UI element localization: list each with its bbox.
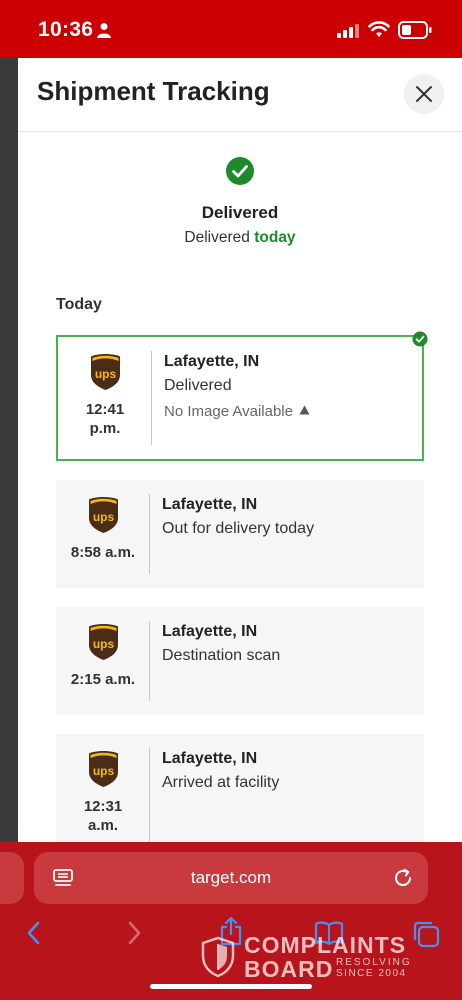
event-time-line1: 12:41 xyxy=(85,401,125,418)
section-label-today: Today xyxy=(56,296,102,313)
svg-text:ups: ups xyxy=(93,510,115,524)
shield-logo-icon xyxy=(201,936,235,978)
watermark-tagline2: SINCE 2004 xyxy=(336,968,407,979)
check-circle-icon xyxy=(226,157,254,185)
event-time-line1: 12:31 xyxy=(83,798,123,815)
warning-icon xyxy=(299,405,310,415)
carrier-column: ups 12:41 p.m. xyxy=(58,337,152,459)
person-icon xyxy=(97,23,111,38)
panel-header: Shipment Tracking xyxy=(18,58,462,132)
watermark-tagline1: RESOLVING xyxy=(336,957,412,968)
carrier-column: ups 12:31 a.m. xyxy=(56,734,150,842)
address-bar[interactable]: target.com xyxy=(34,852,428,904)
reload-icon[interactable] xyxy=(392,867,414,889)
delivery-subtitle-highlight: today xyxy=(254,229,296,246)
status-time: 10:36 xyxy=(38,18,94,41)
back-icon[interactable] xyxy=(24,920,44,946)
watermark-line2: BOARD xyxy=(244,956,334,982)
delivery-summary: Delivered Delivered today xyxy=(18,156,462,247)
event-time: 12:41 p.m. xyxy=(58,401,152,439)
close-button[interactable] xyxy=(404,74,444,114)
event-location: Lafayette, IN xyxy=(162,496,258,513)
event-time: 2:15 a.m. xyxy=(56,671,150,690)
ups-logo: ups xyxy=(89,497,118,533)
event-time-line1: 2:15 a.m. xyxy=(70,671,136,688)
wifi-icon xyxy=(368,21,390,37)
svg-text:ups: ups xyxy=(93,764,115,778)
event-time-line1: 8:58 a.m. xyxy=(70,544,136,561)
event-status: Delivered xyxy=(164,377,232,394)
panel-title: Shipment Tracking xyxy=(37,76,270,106)
tracking-event-card: ups 12:31 a.m. Lafayette, IN Arrived at … xyxy=(56,734,424,842)
underlying-page-edge xyxy=(0,58,18,842)
forward-icon[interactable] xyxy=(124,920,144,946)
event-status: Out for delivery today xyxy=(162,520,315,537)
event-time-line2: p.m. xyxy=(89,419,121,437)
complaints-board-watermark: COMPLAINTS BOARD RESOLVING SINCE 2004 xyxy=(200,932,420,982)
signal-icon xyxy=(337,24,359,38)
home-indicator xyxy=(150,984,312,989)
url-text: target.com xyxy=(190,868,272,887)
event-status: Destination scan xyxy=(162,647,281,664)
svg-text:ups: ups xyxy=(95,367,117,381)
divider xyxy=(149,621,150,701)
event-time: 12:31 a.m. xyxy=(56,798,150,836)
delivery-subtitle-prefix: Delivered xyxy=(184,229,250,246)
event-status: Arrived at facility xyxy=(162,774,280,791)
check-circle-icon xyxy=(412,331,428,347)
tracking-event-card: ups 12:41 p.m. Lafayette, IN Delivered N… xyxy=(56,331,428,461)
divider xyxy=(149,494,150,574)
close-icon xyxy=(416,86,432,102)
svg-text:ups: ups xyxy=(93,637,115,651)
event-time: 8:58 a.m. xyxy=(56,544,150,563)
shipment-tracking-panel: Shipment Tracking Delivered Delivered to… xyxy=(18,58,462,842)
event-location: Lafayette, IN xyxy=(162,750,258,767)
carrier-column: ups 2:15 a.m. xyxy=(56,607,150,715)
ups-logo: ups xyxy=(89,751,118,787)
event-location: Lafayette, IN xyxy=(164,353,260,370)
watermark-line1: COMPLAINTS xyxy=(244,932,407,958)
divider xyxy=(149,748,150,842)
status-bar: 10:36 xyxy=(0,0,462,58)
battery-icon xyxy=(398,21,432,39)
image-note: No Image Available xyxy=(164,403,310,420)
image-note-text: No Image Available xyxy=(164,403,293,420)
event-time-line2: a.m. xyxy=(87,816,118,834)
delivery-status-title: Delivered xyxy=(201,203,279,222)
tracking-event-card: ups 8:58 a.m. Lafayette, IN Out for deli… xyxy=(56,480,424,588)
carrier-column: ups 8:58 a.m. xyxy=(56,480,150,588)
previous-tab-peek[interactable] xyxy=(0,852,24,904)
delivery-status-subtitle: Delivered today xyxy=(18,229,462,247)
ups-logo: ups xyxy=(89,624,118,660)
divider xyxy=(151,351,152,445)
event-location: Lafayette, IN xyxy=(162,623,258,640)
ups-logo: ups xyxy=(91,354,120,390)
tracking-event-card: ups 2:15 a.m. Lafayette, IN Destination … xyxy=(56,607,424,715)
